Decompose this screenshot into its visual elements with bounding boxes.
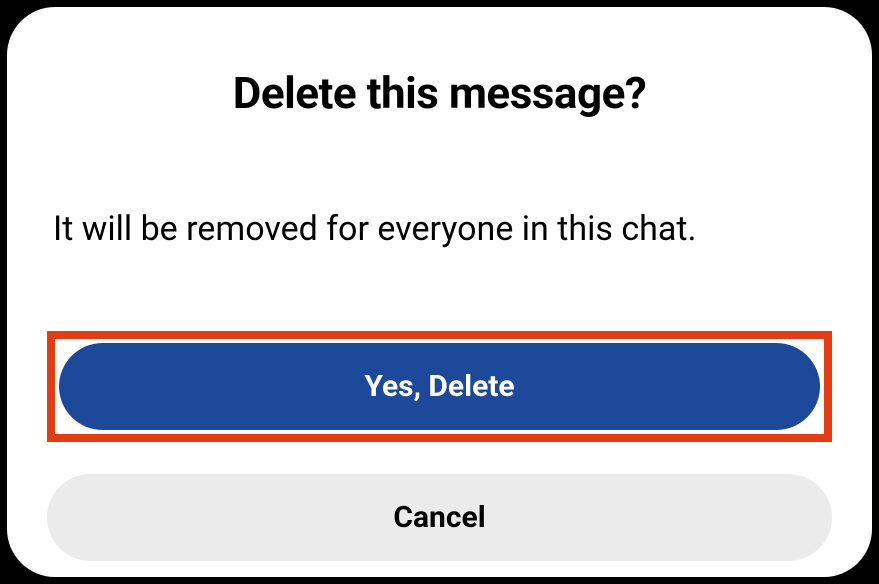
confirm-highlight: Yes, Delete xyxy=(47,331,832,442)
dialog-description: It will be removed for everyone in this … xyxy=(47,209,832,249)
dialog-actions: Yes, Delete Cancel xyxy=(47,331,832,561)
cancel-button[interactable]: Cancel xyxy=(47,474,832,561)
delete-message-dialog: Delete this message? It will be removed … xyxy=(7,7,872,577)
dialog-title: Delete this message? xyxy=(47,67,832,119)
confirm-delete-button[interactable]: Yes, Delete xyxy=(59,343,820,430)
